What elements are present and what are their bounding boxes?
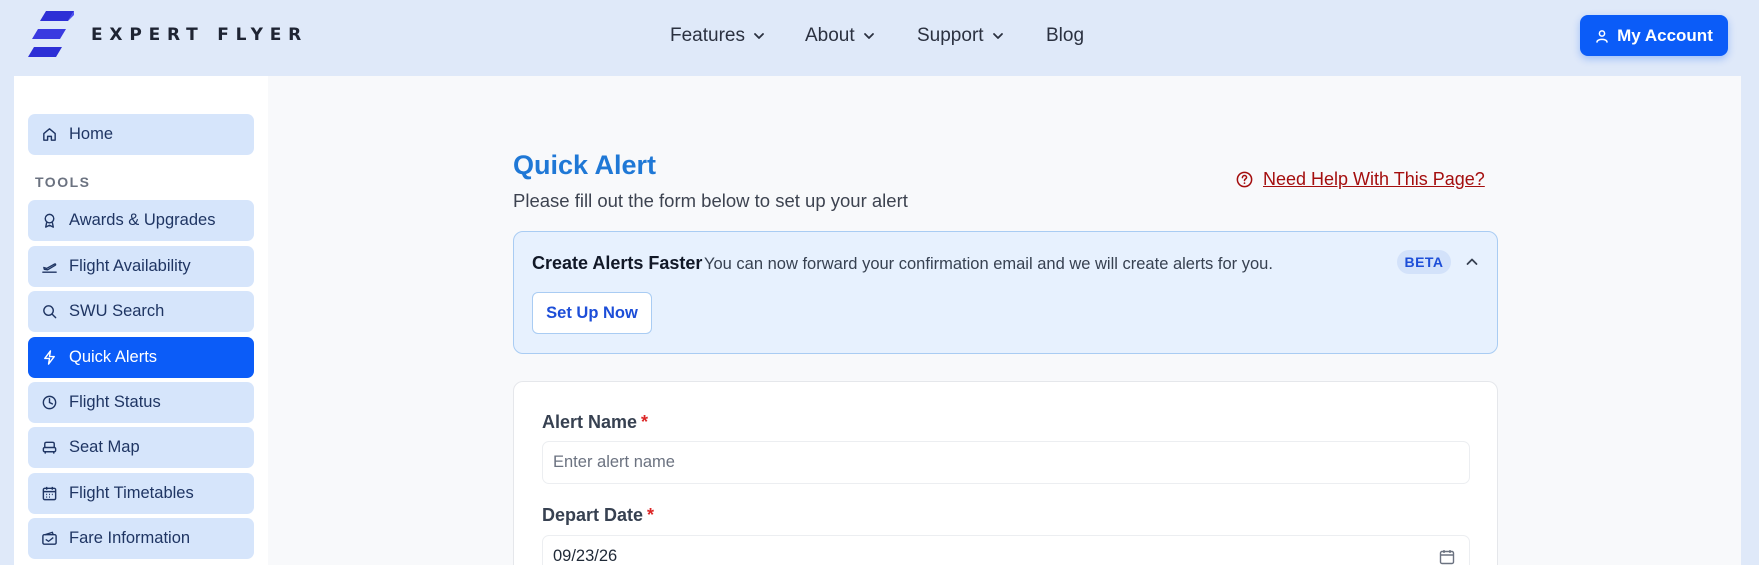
required-marker: * — [647, 505, 655, 525]
lightning-icon — [44, 350, 55, 365]
sidebar-item-swu-search[interactable]: SWU Search — [28, 291, 254, 332]
user-icon — [1596, 29, 1608, 43]
logo-icon — [28, 11, 74, 57]
create-alerts-faster-banner: Create Alerts Faster You can now forward… — [513, 231, 1498, 354]
depart-date-label: Depart Date * — [542, 505, 654, 526]
banner-text: You can now forward your confirmation em… — [704, 255, 1273, 273]
sidebar-item-flight-availability[interactable]: Flight Availability — [28, 246, 254, 287]
chevron-up-icon[interactable] — [1463, 253, 1481, 271]
page-title: Quick Alert — [513, 150, 657, 180]
nav-support-label: Support — [917, 25, 984, 46]
depart-date-field — [542, 535, 1470, 565]
ticket-icon — [42, 531, 57, 545]
top-navbar: EXPERT FLYER Features About Support Blog… — [0, 0, 1759, 76]
home-icon — [43, 128, 56, 141]
sidebar-item-home[interactable]: Home — [28, 114, 254, 155]
help-link[interactable]: Need Help With This Page? — [1235, 169, 1485, 190]
sidebar-item-label: Flight Status — [69, 393, 161, 411]
chevron-down-icon — [863, 33, 874, 39]
sidebar-item-awards-upgrades[interactable]: Awards & Upgrades — [28, 200, 254, 241]
sidebar-item-label: Home — [69, 125, 114, 143]
beta-badge: BETA — [1397, 250, 1451, 274]
sidebar-item-flight-timetables[interactable]: Flight Timetables — [28, 473, 254, 514]
sidebar: Home TOOLS Awards & Upgrades Flight Avai… — [14, 76, 268, 565]
sidebar-item-label: Awards & Upgrades — [69, 211, 216, 229]
sidebar-item-label: Fare Information — [69, 529, 191, 547]
nav-features[interactable]: Features — [670, 22, 765, 50]
my-account-label: My Account — [1617, 25, 1713, 45]
set-up-now-button[interactable]: Set Up Now — [532, 292, 652, 334]
sidebar-item-label: Flight Timetables — [69, 484, 194, 502]
sidebar-item-flight-status[interactable]: Flight Status — [28, 382, 254, 423]
sidebar-item-fare-information[interactable]: Fare Information — [28, 518, 254, 559]
plane-takeoff-icon — [42, 263, 57, 273]
calendar-icon[interactable] — [1438, 548, 1456, 565]
alert-name-label-text: Alert Name — [542, 412, 638, 432]
banner-title: Create Alerts Faster — [532, 253, 703, 273]
help-link-label: Need Help With This Page? — [1263, 169, 1485, 189]
sidebar-item-seat-map[interactable]: Seat Map — [28, 427, 254, 468]
calendar-icon — [42, 486, 57, 501]
sidebar-item-label: Quick Alerts — [69, 348, 158, 366]
chevron-down-icon — [992, 33, 1003, 39]
brand-name[interactable]: EXPERT FLYER — [91, 25, 308, 45]
page-subtitle: Please fill out the form below to set up… — [513, 190, 908, 211]
chevron-down-icon — [754, 33, 764, 39]
clock-icon — [42, 395, 57, 410]
help-circle-icon — [1236, 171, 1253, 188]
nav-blog-label: Blog — [1046, 25, 1085, 46]
alert-name-label: Alert Name * — [542, 412, 648, 433]
nav-blog[interactable]: Blog — [1046, 22, 1084, 50]
nav-about[interactable]: About — [805, 22, 875, 50]
nav-about-label: About — [805, 25, 855, 46]
sidebar-section-tools: TOOLS — [35, 174, 91, 190]
alert-form: Alert Name* Depart Date* — [513, 381, 1498, 565]
sidebar-item-label: Seat Map — [69, 438, 140, 456]
alert-name-input[interactable] — [542, 441, 1470, 484]
my-account-button[interactable]: My Account — [1580, 15, 1728, 56]
nav-support[interactable]: Support — [917, 22, 1004, 50]
sidebar-item-label: SWU Search — [69, 302, 165, 320]
search-icon — [43, 305, 57, 319]
main-content: Quick Alert Please fill out the form bel… — [268, 76, 1741, 565]
required-marker: * — [641, 412, 649, 432]
depart-date-label-text: Depart Date — [542, 505, 644, 525]
sidebar-item-quick-alerts[interactable]: Quick Alerts — [28, 337, 254, 378]
seat-icon — [42, 441, 57, 454]
sidebar-item-label: Flight Availability — [69, 257, 191, 275]
expertflyer-logo[interactable] — [28, 9, 76, 61]
nav-features-label: Features — [670, 25, 745, 46]
award-icon — [44, 213, 55, 228]
depart-date-input[interactable] — [542, 535, 1470, 565]
